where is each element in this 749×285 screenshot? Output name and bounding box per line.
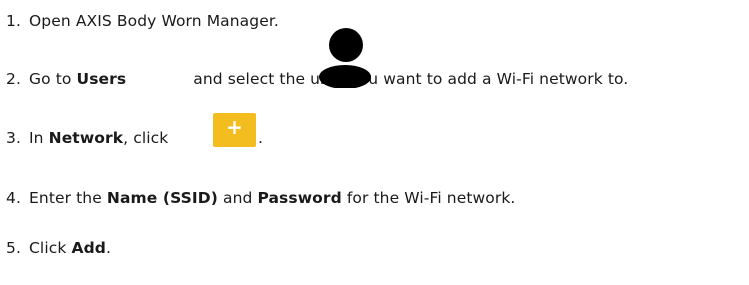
password-label: Password bbox=[257, 189, 342, 207]
step-1: 1. Open AXIS Body Worn Manager. bbox=[6, 12, 279, 30]
plus-icon: + bbox=[213, 113, 256, 147]
step-text-mid: and bbox=[217, 189, 258, 207]
step-text-prefix: Enter the bbox=[29, 189, 107, 207]
step-number: 1. bbox=[6, 12, 21, 30]
step-number: 4. bbox=[6, 189, 21, 207]
step-2: 2. Go to Users and select the user you wa… bbox=[6, 70, 628, 88]
step-text-prefix: Go to bbox=[29, 70, 77, 88]
network-label: Network bbox=[48, 129, 124, 147]
add-label: Add bbox=[71, 239, 106, 257]
name-ssid-label: Name (SSID) bbox=[106, 189, 218, 207]
step-5: 5. Click Add. bbox=[6, 239, 111, 257]
step-number: 5. bbox=[6, 239, 21, 257]
step-number: 2. bbox=[6, 70, 21, 88]
step-text-prefix: In bbox=[29, 129, 49, 147]
users-label: Users bbox=[76, 70, 127, 88]
step-text-rest: . bbox=[105, 239, 111, 257]
step-text-prefix: Click bbox=[29, 239, 72, 257]
step-3: 3. In Network, click bbox=[6, 129, 168, 147]
step-text-period: . bbox=[258, 129, 263, 147]
step-text-rest: for the Wi-Fi network. bbox=[341, 189, 516, 207]
step-number: 3. bbox=[6, 129, 21, 147]
user-icon bbox=[319, 28, 371, 88]
step-text-rest: and select the user you want to add a Wi… bbox=[188, 70, 629, 88]
step-4: 4. Enter the Name (SSID) and Password for… bbox=[6, 189, 515, 207]
plus-symbol: + bbox=[226, 115, 243, 139]
step-text-rest: , click bbox=[123, 129, 169, 147]
step-text: Open AXIS Body Worn Manager. bbox=[29, 12, 279, 30]
